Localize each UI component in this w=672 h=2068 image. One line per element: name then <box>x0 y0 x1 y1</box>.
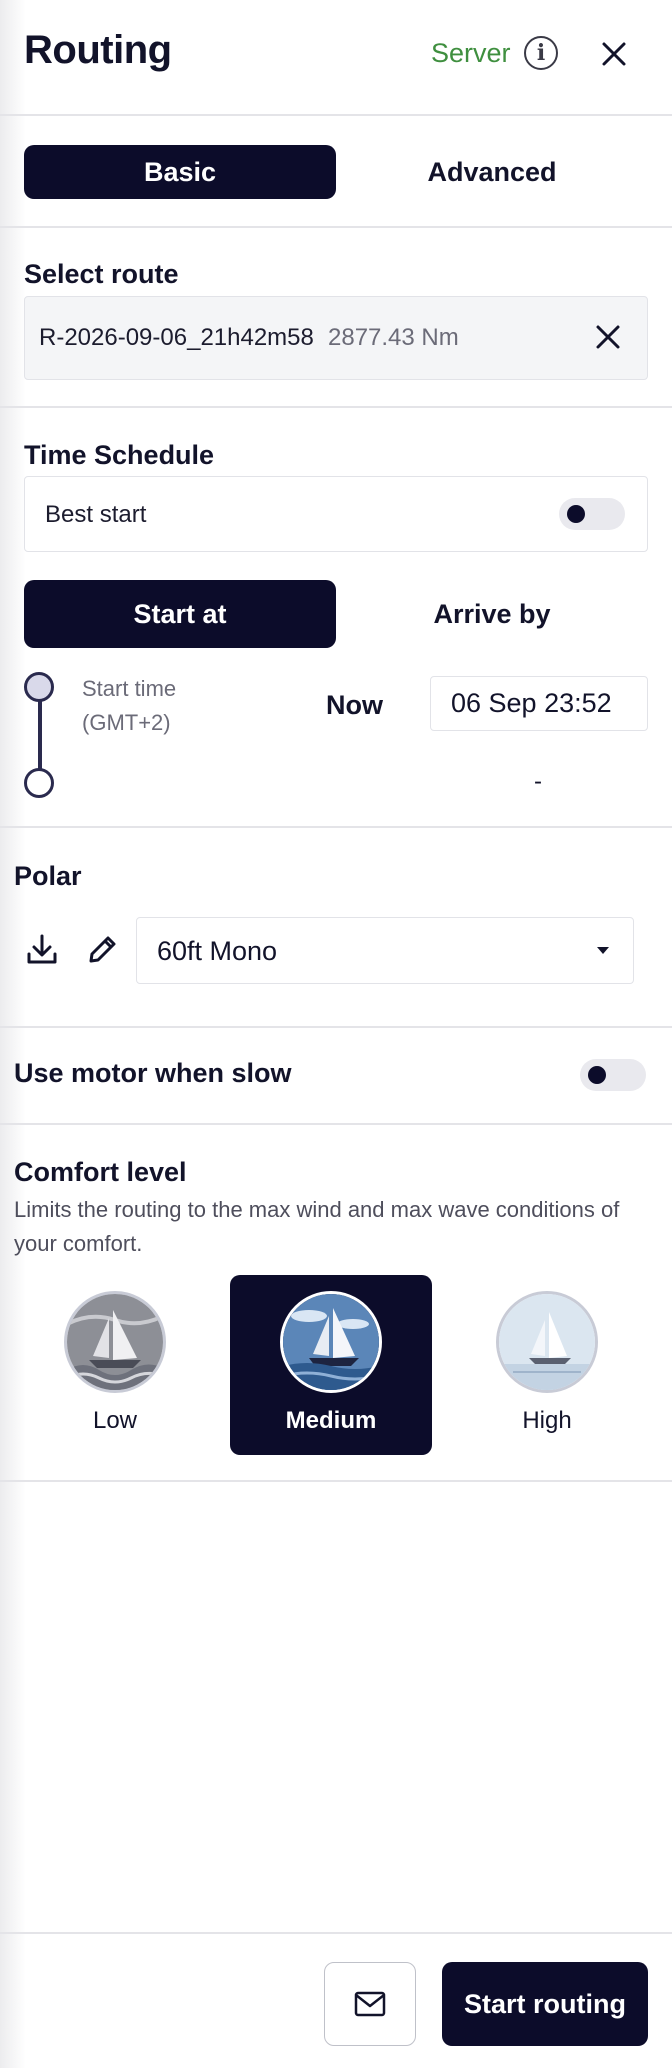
tab-basic[interactable]: Basic <box>24 145 336 199</box>
divider <box>0 114 672 116</box>
toggle-knob <box>588 1066 606 1084</box>
comfort-description: Limits the routing to the max wind and m… <box>14 1197 620 1256</box>
arrival-time-value: - <box>534 768 542 795</box>
timeline-end-dot <box>24 768 54 798</box>
divider <box>0 1123 672 1125</box>
footer-divider <box>0 1932 672 1934</box>
comfort-option-low[interactable]: Low <box>14 1275 216 1455</box>
divider <box>0 406 672 408</box>
motor-toggle[interactable] <box>580 1059 646 1091</box>
comfort-option-high[interactable]: High <box>446 1275 648 1455</box>
comfort-option-label: Medium <box>285 1407 377 1434</box>
server-status: Server <box>431 38 511 68</box>
routing-panel: Routing Server i Basic Advanced Select r… <box>0 0 672 2068</box>
arrive-by-button[interactable]: Arrive by <box>336 580 648 648</box>
comfort-option-label: High <box>522 1407 572 1434</box>
now-button[interactable]: Now <box>326 690 383 721</box>
edit-pencil-icon[interactable] <box>82 930 122 970</box>
polar-label: Polar <box>14 861 82 891</box>
comfort-option-label: Low <box>92 1407 138 1434</box>
start-routing-button[interactable]: Start routing <box>442 1962 648 2046</box>
download-icon[interactable] <box>22 930 62 970</box>
comfort-option-medium[interactable]: Medium <box>230 1275 432 1455</box>
comfort-level-label: Comfort level <box>14 1157 187 1187</box>
timeline-start-dot <box>24 672 54 702</box>
info-glyph: i <box>536 40 546 66</box>
best-start-label: Best start <box>45 501 147 528</box>
start-time-label: Start time (GMT+2) <box>82 676 177 735</box>
calm-sailboat-icon <box>496 1291 598 1393</box>
close-icon[interactable] <box>596 36 632 72</box>
toggle-knob <box>567 505 585 523</box>
stormy-sailboat-icon <box>64 1291 166 1393</box>
best-start-toggle[interactable] <box>559 498 625 530</box>
divider <box>0 1480 672 1482</box>
route-name: R-2026-09-06_21h42m58 <box>39 324 314 351</box>
timeline-line <box>38 696 42 774</box>
time-schedule-label: Time Schedule <box>24 440 215 470</box>
start-at-button[interactable]: Start at <box>24 580 336 648</box>
divider <box>0 826 672 828</box>
panel-title: Routing <box>24 28 172 72</box>
polar-selected-value: 60ft Mono <box>157 936 278 966</box>
start-time-input[interactable]: 06 Sep 23:52 <box>430 676 648 731</box>
route-distance: 2877.43 Nm <box>328 324 459 351</box>
sailboat-icon <box>280 1291 382 1393</box>
divider <box>0 226 672 228</box>
email-button[interactable] <box>324 1962 416 2046</box>
polar-select[interactable]: 60ft Mono <box>136 917 634 984</box>
chevron-down-icon <box>597 947 609 954</box>
clear-route-icon[interactable] <box>590 319 626 355</box>
divider <box>0 1026 672 1028</box>
info-icon[interactable]: i <box>524 36 558 70</box>
best-start-row: Best start <box>24 476 648 552</box>
select-route-label: Select route <box>24 259 179 289</box>
route-field[interactable]: R-2026-09-06_21h42m58 2877.43 Nm <box>24 296 648 380</box>
tab-advanced[interactable]: Advanced <box>336 145 648 199</box>
motor-label: Use motor when slow <box>14 1058 292 1088</box>
mail-icon <box>354 1991 386 2017</box>
